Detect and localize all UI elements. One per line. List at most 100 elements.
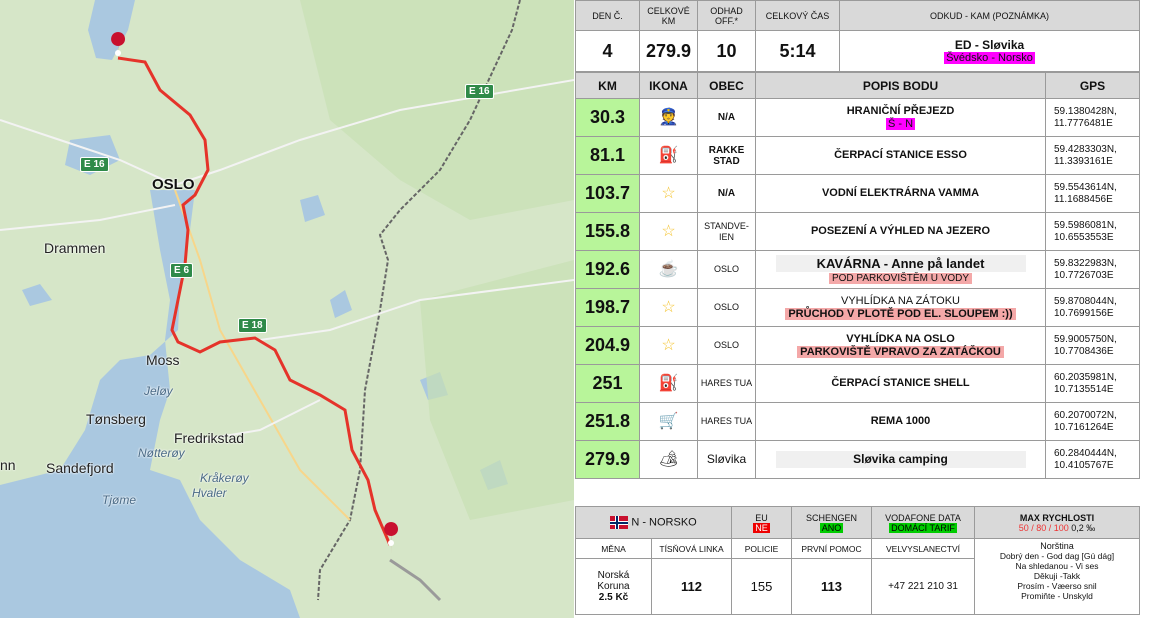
label-embassy: VELVYSLANECTVÍ <box>871 538 975 559</box>
row-note: PARKOVIŠTĚ VPRAVO ZA ZATÁČKOU <box>797 345 1004 358</box>
label-emergency: TÍSŇOVÁ LINKA <box>651 538 732 559</box>
row-obec: HARES TUA <box>697 364 756 403</box>
table-row[interactable]: 251.8 🛒 HARES TUA REMA 1000 60.2070072N,… <box>575 402 1140 441</box>
row-gps-lon: 10.7135514E <box>1054 383 1114 395</box>
vodafone-cell: VODAFONE DATA DOMÁCÍ TARIF <box>871 506 975 539</box>
row-desc: Sløvika camping <box>775 451 1026 468</box>
day-summary-table: DEN Č. CELKOVÉ KM ODHAD OFF.* CELKOVÝ ČA… <box>575 0 1140 72</box>
table-row[interactable]: 204.9 ☆ OSLO VYHLÍDKA NA OSLO PARKOVIŠTĚ … <box>575 326 1140 365</box>
road-shield-e16: E 16 <box>80 157 109 172</box>
row-note: POD PARKOVIŠTĚM U VODY <box>828 272 973 284</box>
row-gps-lat: 59.5543614N, <box>1054 181 1117 193</box>
map-label-partial: nn <box>0 457 16 473</box>
schengen-cell: SCHENGEN ANO <box>791 506 872 539</box>
col-popis: POPIS BODU <box>755 72 1046 99</box>
col-obec: OBEC <box>697 72 756 99</box>
currency-name: Norská <box>597 570 630 581</box>
table-row[interactable]: 103.7 ☆ N/A VODNÍ ELEKTRÁRNA VAMMA 59.55… <box>575 174 1140 213</box>
schengen-value: ANO <box>819 522 844 533</box>
currency-rate: 2.5 Kč <box>598 592 629 603</box>
row-desc: ČERPACÍ STANICE ESSO <box>834 149 967 161</box>
map-label-drammen: Drammen <box>44 240 106 256</box>
country-name-cell: N - NORSKO <box>575 506 732 539</box>
map-label-moss: Moss <box>146 352 180 368</box>
map-label-tonsberg: Tønsberg <box>86 411 146 427</box>
route-name: ED - Sløvika <box>954 38 1025 52</box>
row-km: 251 <box>575 364 640 403</box>
police-number: 155 <box>731 558 792 615</box>
col-icon: IKONA <box>639 72 698 99</box>
camping-icon: 🏕 <box>658 450 679 468</box>
road-shield-e16: E 16 <box>465 84 494 99</box>
table-row[interactable]: 155.8 ☆ STANDVE-IEN POSEZENÍ A VÝHLED NA… <box>575 212 1140 251</box>
phrases-cell: Norština Dobrý den - God dag [Gú dág] Na… <box>974 538 1140 615</box>
row-obec: N/A <box>697 174 756 213</box>
total-km: 279.9 <box>639 30 698 72</box>
table-row[interactable]: 81.1 ⛽ RAKKE STAD ČERPACÍ STANICE ESSO 5… <box>575 136 1140 175</box>
star-icon: ☆ <box>661 222 676 240</box>
row-gps-lon: 10.7699156E <box>1054 307 1114 319</box>
row-km: 198.7 <box>575 288 640 327</box>
row-km: 30.3 <box>575 98 640 137</box>
fuel-pump-icon: ⛽ <box>658 146 679 164</box>
table-row[interactable]: 192.6 ☕ OSLO KAVÁRNA - Anne på landet POD… <box>575 250 1140 289</box>
row-gps-lat: 59.1380428N, <box>1054 105 1117 117</box>
table-row[interactable]: 30.3 👮 N/A HRANIČNÍ PŘEJEZD Š - N 59.1380… <box>575 98 1140 137</box>
map-label-fredrikstad: Fredrikstad <box>174 430 245 446</box>
fuel-pump-icon: ⛽ <box>658 374 679 392</box>
map-label-tjome: Tjøme <box>102 493 136 507</box>
route-map[interactable]: E 16 E 16 E 6 E 18 OSLO Drammen Moss Jel… <box>0 0 574 618</box>
col-km: KM <box>575 72 640 99</box>
row-gps-lat: 59.8708044N, <box>1054 295 1117 307</box>
row-desc: HRANIČNÍ PŘEJEZD <box>846 104 955 117</box>
row-gps-lon: 10.7726703E <box>1054 269 1114 281</box>
road-shield-e18: E 18 <box>238 318 267 333</box>
header-den: DEN Č. <box>575 0 640 31</box>
vodafone-label: VODAFONE DATA <box>885 512 961 523</box>
row-km: 103.7 <box>575 174 640 213</box>
map-label-jeloy: Jeløy <box>144 384 173 398</box>
row-desc: REMA 1000 <box>870 415 931 427</box>
row-gps-lon: 10.7708436E <box>1054 345 1114 357</box>
table-row[interactable]: 198.7 ☆ OSLO VYHLÍDKA NA ZÁTOKU PRŮCHOD V… <box>575 288 1140 327</box>
row-km: 192.6 <box>575 250 640 289</box>
star-icon: ☆ <box>661 336 676 354</box>
phrase-bye: Na shledanou - Vi ses <box>1015 561 1099 571</box>
schengen-label: SCHENGEN <box>805 512 857 523</box>
day-number: 4 <box>575 30 640 72</box>
row-desc: ČERPACÍ STANICE SHELL <box>831 377 970 389</box>
norway-flag-icon <box>610 516 629 529</box>
currency-unit: Koruna <box>597 581 630 592</box>
table-row[interactable]: 251 ⛽ HARES TUA ČERPACÍ STANICE SHELL 60… <box>575 364 1140 403</box>
label-police: POLICIE <box>731 538 792 559</box>
row-obec: N/A <box>697 98 756 137</box>
offroad-estimate: 10 <box>697 30 756 72</box>
row-gps-lat: 59.8322983N, <box>1054 257 1117 269</box>
row-km: 81.1 <box>575 136 640 175</box>
total-time: 5:14 <box>755 30 840 72</box>
speed-value: 50 / 80 / 100 <box>1018 522 1069 533</box>
row-obec: OSLO <box>697 326 756 365</box>
phrase-sorry: Promiňte - Unskyld <box>1021 591 1093 601</box>
header-km: CELKOVÉ KM <box>639 0 698 31</box>
row-obec: STANDVE-IEN <box>697 212 756 251</box>
country-info-table: N - NORSKO EU NE SCHENGEN ANO VODAFONE DAT… <box>575 506 1140 615</box>
row-gps-lat: 60.2035981N, <box>1054 371 1117 383</box>
row-gps-lon: 11.1688456E <box>1054 193 1113 205</box>
country-name: N - NORSKO <box>631 516 697 529</box>
phrase-please: Prosím - Væerso snil <box>1017 581 1097 591</box>
row-obec: Sløvika <box>697 440 756 479</box>
currency-cell: Norská Koruna 2.5 Kč <box>575 558 652 615</box>
col-gps: GPS <box>1045 72 1140 99</box>
map-label-oslo: OSLO <box>152 176 195 193</box>
speed-cell: MAX RYCHLOSTI 50 / 80 / 100 0,2 ‰ <box>974 506 1140 539</box>
route-cell: ED - Sløvika Švédsko - Norsko <box>839 30 1140 72</box>
row-gps-lat: 60.2070072N, <box>1054 409 1117 421</box>
road-shield-e6: E 6 <box>170 263 194 278</box>
row-obec: OSLO <box>697 250 756 289</box>
row-gps-lon: 10.7161264E <box>1054 421 1114 433</box>
row-gps-lon: 11.3393161E <box>1054 155 1113 167</box>
firstaid-number: 113 <box>791 558 872 615</box>
eu-label: EU <box>755 512 768 523</box>
table-row[interactable]: 279.9 🏕 Sløvika Sløvika camping 60.28404… <box>575 440 1140 479</box>
